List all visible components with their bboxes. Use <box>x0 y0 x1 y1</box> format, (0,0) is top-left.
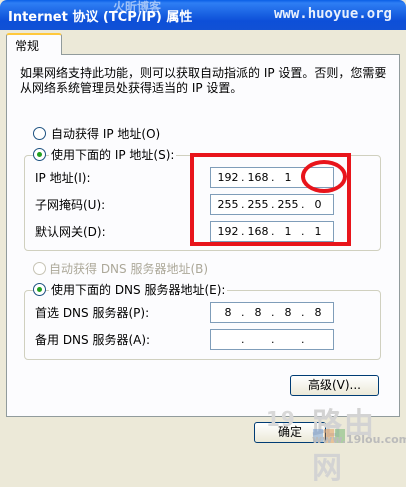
octet-separator: . <box>301 306 305 319</box>
pdns-octet-4[interactable]: 8 <box>307 306 329 319</box>
alternate-dns-field[interactable]: . . . <box>210 329 334 350</box>
description-text: 如果网络支持此功能，则可以获取自动指派的 IP 设置。否则，您需要从网络系统管理… <box>20 66 387 95</box>
preferred-dns-field[interactable]: 8 . 8 . 8 . 8 <box>210 302 334 323</box>
manual-ip-label[interactable]: 使用下面的 IP 地址(S): <box>49 148 177 162</box>
title-bar: Internet 协议 (TCP/IP) 属性 火昕博客 www.huoyue.… <box>0 0 406 30</box>
highlight-circle-annotation <box>301 160 347 193</box>
watermark-number: 19 <box>266 407 296 431</box>
blog-watermark: 火昕博客 <box>113 0 162 14</box>
manual-dns-label[interactable]: 使用下面的 DNS 服务器地址(E): <box>49 283 228 297</box>
manual-dns-radio[interactable] <box>33 283 46 296</box>
octet-separator: . <box>241 333 245 346</box>
pdns-octet-2[interactable]: 8 <box>247 306 269 319</box>
preferred-dns-label: 首选 DNS 服务器(P): <box>35 306 150 320</box>
subnet-mask-label: 子网掩码(U): <box>35 198 106 212</box>
gateway-label: 默认网关(D): <box>35 225 106 239</box>
auto-ip-radio[interactable] <box>33 127 46 140</box>
tab-general-label: 常规 <box>15 39 40 53</box>
auto-dns-label[interactable]: 自动获得 DNS 服务器地址(B) <box>49 262 208 276</box>
octet-separator: . <box>301 333 305 346</box>
manual-ip-radio[interactable] <box>33 148 46 161</box>
watermark-url: www.19lou.com <box>312 433 406 446</box>
pdns-octet-3[interactable]: 8 <box>277 306 299 319</box>
octet-separator: . <box>271 333 275 346</box>
window-title: Internet 协议 (TCP/IP) 属性 <box>8 10 193 25</box>
octet-separator: . <box>241 306 245 319</box>
pdns-octet-1[interactable]: 8 <box>217 306 239 319</box>
auto-ip-label[interactable]: 自动获得 IP 地址(O) <box>51 127 160 141</box>
advanced-button[interactable]: 高级(V)... <box>290 375 379 396</box>
alternate-dns-label: 备用 DNS 服务器(A): <box>35 333 151 347</box>
ip-address-label: IP 地址(I): <box>35 171 91 185</box>
tab-general[interactable]: 常规 <box>6 33 62 55</box>
site-watermark: www.huoyue.org <box>273 6 392 22</box>
octet-separator: . <box>271 306 275 319</box>
auto-dns-radio[interactable] <box>33 262 46 275</box>
